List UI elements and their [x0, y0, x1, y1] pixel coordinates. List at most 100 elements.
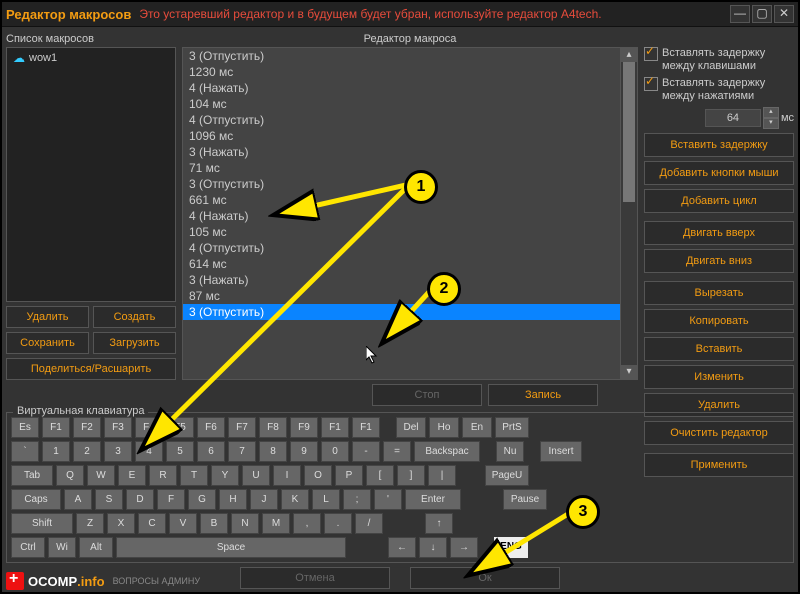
key-space[interactable]: Space — [116, 537, 346, 558]
macro-list[interactable]: ☁ wow1 — [6, 47, 176, 302]
paste-button[interactable]: Вставить — [644, 337, 794, 361]
key-q[interactable]: Q — [56, 465, 84, 486]
key-p[interactable]: P — [335, 465, 363, 486]
key-m[interactable]: M — [262, 513, 290, 534]
key-e[interactable]: E — [118, 465, 146, 486]
delay-between-presses-check[interactable]: Вставлять задержку между нажатиями — [644, 77, 794, 103]
move-down-button[interactable]: Двигать вниз — [644, 249, 794, 273]
stop-button[interactable]: Стоп — [372, 384, 482, 406]
key-insert[interactable]: Insert — [540, 441, 582, 462]
key-1[interactable]: 1 — [42, 441, 70, 462]
key-f8[interactable]: F8 — [259, 417, 287, 438]
add-mouse-button[interactable]: Добавить кнопки мыши — [644, 161, 794, 185]
key-0[interactable]: 0 — [321, 441, 349, 462]
key-3[interactable]: 3 — [104, 441, 132, 462]
key-f1[interactable]: F1 — [352, 417, 380, 438]
key-pageu[interactable]: PageU — [485, 465, 529, 486]
key-8[interactable]: 8 — [259, 441, 287, 462]
key-t[interactable]: T — [180, 465, 208, 486]
close-button[interactable]: ✕ — [774, 5, 794, 23]
key-7[interactable]: 7 — [228, 441, 256, 462]
key-9[interactable]: 9 — [290, 441, 318, 462]
editor-line[interactable]: 104 мс — [183, 96, 620, 112]
key-↑[interactable]: ↑ — [425, 513, 453, 534]
key-wi[interactable]: Wi — [48, 537, 76, 558]
key-2[interactable]: 2 — [73, 441, 101, 462]
key-b[interactable]: B — [200, 513, 228, 534]
key-s[interactable]: S — [95, 489, 123, 510]
copy-button[interactable]: Копировать — [644, 309, 794, 333]
editor-line[interactable]: 87 мс — [183, 288, 620, 304]
editor-line[interactable]: 105 мс — [183, 224, 620, 240]
macro-item[interactable]: ☁ wow1 — [7, 48, 175, 68]
key-y[interactable]: Y — [211, 465, 239, 486]
key-`[interactable]: ` — [11, 441, 39, 462]
delay-between-keys-check[interactable]: Вставлять задержку между клавишами — [644, 47, 794, 73]
key-f[interactable]: F — [157, 489, 185, 510]
key-u[interactable]: U — [242, 465, 270, 486]
key-f2[interactable]: F2 — [73, 417, 101, 438]
key-f7[interactable]: F7 — [228, 417, 256, 438]
key-tab[interactable]: Tab — [11, 465, 53, 486]
key-alt[interactable]: Alt — [79, 537, 113, 558]
scroll-down-icon[interactable]: ▾ — [621, 365, 637, 379]
key-][interactable]: ] — [397, 465, 425, 486]
key-/[interactable]: / — [355, 513, 383, 534]
key-en[interactable]: En — [462, 417, 492, 438]
editor-line[interactable]: 3 (Нажать) — [183, 272, 620, 288]
key-4[interactable]: 4 — [135, 441, 163, 462]
editor-line[interactable]: 1096 мс — [183, 128, 620, 144]
move-up-button[interactable]: Двигать вверх — [644, 221, 794, 245]
editor-line[interactable]: 4 (Отпустить) — [183, 112, 620, 128]
key-i[interactable]: I — [273, 465, 301, 486]
key-;[interactable]: ; — [343, 489, 371, 510]
key-c[interactable]: C — [138, 513, 166, 534]
key-nu[interactable]: Nu — [496, 441, 524, 462]
editor-line[interactable]: 4 (Нажать) — [183, 80, 620, 96]
spinner-up[interactable]: ▴ — [763, 107, 779, 118]
key-|[interactable]: | — [428, 465, 456, 486]
editor-line[interactable]: 1230 мс — [183, 64, 620, 80]
key-←[interactable]: ← — [388, 537, 416, 558]
key-ctrl[interactable]: Ctrl — [11, 537, 45, 558]
key-enter[interactable]: Enter — [405, 489, 461, 510]
record-button[interactable]: Запись — [488, 384, 598, 406]
key-=[interactable]: = — [383, 441, 411, 462]
key-o[interactable]: O — [304, 465, 332, 486]
editor-line[interactable]: 3 (Нажать) — [183, 144, 620, 160]
editor-line[interactable]: 4 (Нажать) — [183, 208, 620, 224]
key-caps[interactable]: Caps — [11, 489, 61, 510]
key-.[interactable]: . — [324, 513, 352, 534]
key-d[interactable]: D — [126, 489, 154, 510]
key-a[interactable]: A — [64, 489, 92, 510]
cut-button[interactable]: Вырезать — [644, 281, 794, 305]
key-del[interactable]: Del — [396, 417, 426, 438]
key-'[interactable]: ' — [374, 489, 402, 510]
delay-input[interactable]: 64 — [705, 109, 761, 127]
key-f3[interactable]: F3 — [104, 417, 132, 438]
key-prts[interactable]: PrtS — [495, 417, 529, 438]
key-j[interactable]: J — [250, 489, 278, 510]
editor-line[interactable]: 71 мс — [183, 160, 620, 176]
key-v[interactable]: V — [169, 513, 197, 534]
key-shift[interactable]: Shift — [11, 513, 73, 534]
maximize-button[interactable]: ▢ — [752, 5, 772, 23]
key-r[interactable]: R — [149, 465, 177, 486]
key-pause[interactable]: Pause — [503, 489, 547, 510]
key-es[interactable]: Es — [11, 417, 39, 438]
delete-button[interactable]: Удалить — [6, 306, 89, 328]
add-loop-button[interactable]: Добавить цикл — [644, 189, 794, 213]
editor-line[interactable]: 3 (Отпустить) — [183, 48, 620, 64]
key-f6[interactable]: F6 — [197, 417, 225, 438]
scroll-thumb[interactable] — [623, 62, 635, 202]
editor-line[interactable]: 4 (Отпустить) — [183, 240, 620, 256]
spinner-down[interactable]: ▾ — [763, 118, 779, 129]
scrollbar[interactable]: ▴ ▾ — [620, 48, 637, 379]
create-button[interactable]: Создать — [93, 306, 176, 328]
editor-line[interactable]: 3 (Отпустить) — [183, 304, 620, 320]
key-f9[interactable]: F9 — [290, 417, 318, 438]
key-l[interactable]: L — [312, 489, 340, 510]
key-h[interactable]: H — [219, 489, 247, 510]
editor-line[interactable]: 614 мс — [183, 256, 620, 272]
key-x[interactable]: X — [107, 513, 135, 534]
